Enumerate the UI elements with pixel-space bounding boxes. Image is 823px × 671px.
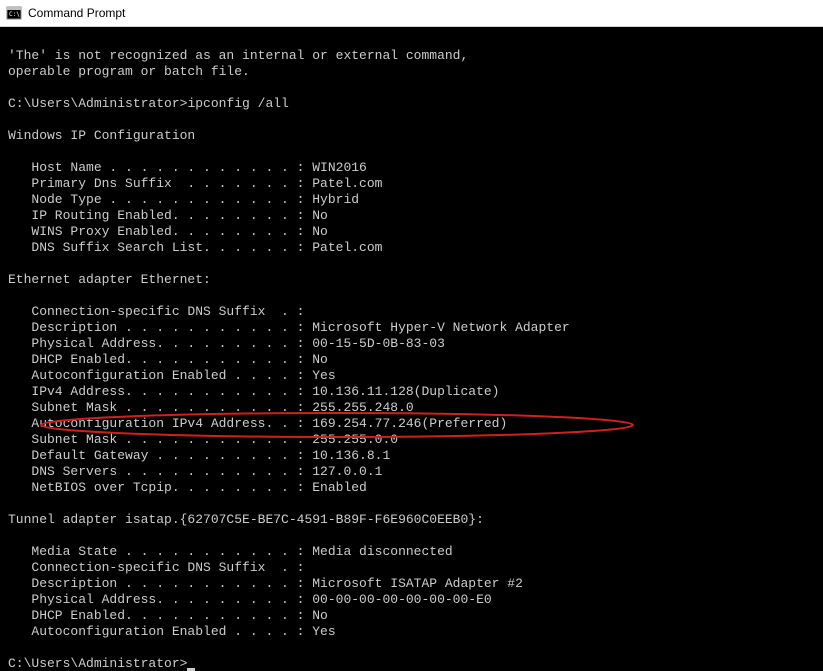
config-entry: Physical Address. . . . . . . . . : 00-1… <box>8 336 445 351</box>
config-entry: Subnet Mask . . . . . . . . . . . : 255.… <box>8 432 398 447</box>
config-entry: Description . . . . . . . . . . . : Micr… <box>8 576 523 591</box>
terminal-content[interactable]: 'The' is not recognized as an internal o… <box>0 27 823 671</box>
svg-text:C:\: C:\ <box>9 11 20 18</box>
config-entry: Node Type . . . . . . . . . . . . : Hybr… <box>8 192 359 207</box>
window-title-bar[interactable]: C:\ Command Prompt <box>0 0 823 27</box>
prompt-path: C:\Users\Administrator> <box>8 656 187 671</box>
section-header: Tunnel adapter isatap.{62707C5E-BE7C-459… <box>8 512 484 527</box>
config-entry: Autoconfiguration Enabled . . . . : Yes <box>8 368 336 383</box>
cmd-icon: C:\ <box>6 5 22 21</box>
config-entry: WINS Proxy Enabled. . . . . . . . : No <box>8 224 328 239</box>
section-header: Windows IP Configuration <box>8 128 195 143</box>
config-entry: NetBIOS over Tcpip. . . . . . . . : Enab… <box>8 480 367 495</box>
prompt-line: C:\Users\Administrator>ipconfig /all <box>8 96 289 111</box>
config-entry: Default Gateway . . . . . . . . . : 10.1… <box>8 448 390 463</box>
config-entry-highlighted: Autoconfiguration IPv4 Address. . : 169.… <box>8 416 507 431</box>
config-entry: Host Name . . . . . . . . . . . . : WIN2… <box>8 160 367 175</box>
prompt-line: C:\Users\Administrator> <box>8 656 195 671</box>
error-text: operable program or batch file. <box>8 64 250 79</box>
prompt-path: C:\Users\Administrator> <box>8 96 187 111</box>
config-entry: DHCP Enabled. . . . . . . . . . . : No <box>8 352 328 367</box>
section-header: Ethernet adapter Ethernet: <box>8 272 211 287</box>
config-entry: Description . . . . . . . . . . . : Micr… <box>8 320 570 335</box>
config-entry: DNS Suffix Search List. . . . . . : Pate… <box>8 240 382 255</box>
window-title: Command Prompt <box>28 6 125 20</box>
config-entry: Media State . . . . . . . . . . . : Medi… <box>8 544 453 559</box>
config-entry: Connection-specific DNS Suffix . : <box>8 304 304 319</box>
config-entry: Subnet Mask . . . . . . . . . . . : 255.… <box>8 400 414 415</box>
config-entry: IPv4 Address. . . . . . . . . . . : 10.1… <box>8 384 499 399</box>
config-entry: IP Routing Enabled. . . . . . . . : No <box>8 208 328 223</box>
config-entry: Physical Address. . . . . . . . . : 00-0… <box>8 592 492 607</box>
config-entry: Connection-specific DNS Suffix . : <box>8 560 304 575</box>
config-entry: DNS Servers . . . . . . . . . . . : 127.… <box>8 464 382 479</box>
error-text: 'The' is not recognized as an internal o… <box>8 48 468 63</box>
command-text: ipconfig /all <box>187 96 288 111</box>
config-entry: Autoconfiguration Enabled . . . . : Yes <box>8 624 336 639</box>
config-entry: Primary Dns Suffix . . . . . . . : Patel… <box>8 176 382 191</box>
config-entry: DHCP Enabled. . . . . . . . . . . : No <box>8 608 328 623</box>
